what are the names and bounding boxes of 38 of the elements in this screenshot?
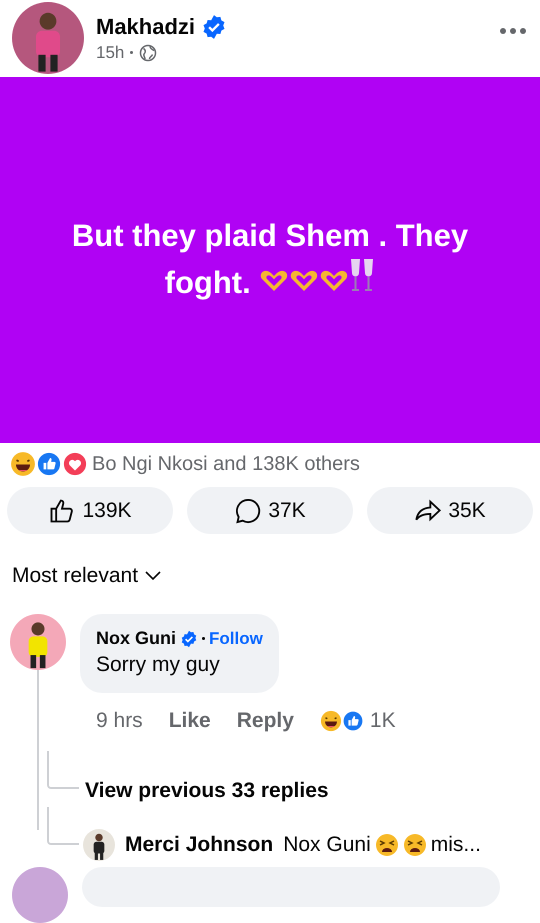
share-button[interactable]: 35K — [367, 487, 533, 534]
tired-emoji-icon — [374, 833, 399, 857]
thread-connector — [47, 807, 79, 845]
separator-dot — [202, 637, 205, 640]
more-options-button[interactable] — [500, 28, 526, 34]
reactions-summary[interactable]: Bo Ngi Nkosi and 138K others — [92, 452, 360, 476]
like-button[interactable]: 139K — [7, 487, 173, 534]
tired-emoji-icon — [402, 833, 427, 857]
like-reaction-icon — [36, 451, 62, 477]
heart-hands-icon — [319, 269, 350, 294]
author-name[interactable]: Makhadzi — [96, 14, 196, 40]
champagne-glasses-icon — [349, 257, 376, 294]
heart-reaction-icon — [62, 451, 88, 477]
comment-button[interactable]: 37K — [187, 487, 353, 534]
comment-text: Sorry my guy — [96, 653, 221, 677]
globe-icon — [139, 44, 158, 62]
chevron-down-icon — [144, 570, 162, 582]
mention-link[interactable]: Nox Guni — [283, 833, 371, 857]
reply-link[interactable]: Reply — [236, 709, 294, 733]
post-text: But they plaid Shem . They foght. — [70, 217, 470, 302]
comment-icon — [234, 496, 262, 524]
laughing-emoji-icon — [320, 710, 342, 732]
laughing-emoji-icon — [10, 451, 36, 477]
like-link[interactable]: Like — [168, 709, 211, 733]
reply-author-name[interactable]: Merci Johnson — [125, 833, 274, 857]
post-time: 15h — [96, 42, 124, 63]
follow-link[interactable]: Follow — [209, 628, 263, 648]
commenter-name[interactable]: Nox Guni — [96, 628, 176, 649]
separator-dot — [130, 51, 134, 54]
like-reaction-icon — [342, 710, 364, 732]
reply-text: mis... — [430, 833, 481, 857]
heart-hands-icon — [259, 269, 290, 294]
heart-hands-icon — [289, 269, 320, 294]
thread-connector — [47, 751, 79, 789]
reaction-count: 1K — [370, 709, 396, 733]
comment-time: 9 hrs — [96, 709, 143, 733]
view-replies-link[interactable]: View previous 33 replies — [79, 779, 329, 803]
sort-dropdown[interactable]: Most relevant — [12, 564, 162, 588]
